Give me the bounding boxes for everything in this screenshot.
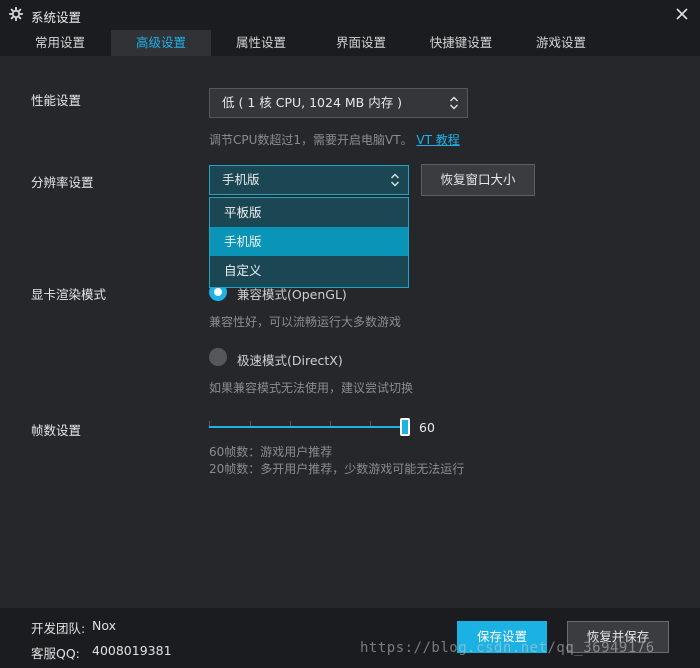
render-directx-label: 极速模式(DirectX) [237,353,343,368]
resolution-option-phone[interactable]: 手机版 [210,227,408,256]
fps-slider-tick [330,421,331,426]
fps-hint-20: 20帧数：多开用户推荐，少数游戏可能无法运行 [209,462,465,476]
performance-select[interactable]: 低 ( 1 核 CPU, 1024 MB 内存 ) [209,88,468,118]
support-qq-label: 客服QQ: [31,646,80,661]
fps-value: 60 [419,420,435,435]
resolution-option-custom[interactable]: 自定义 [210,256,408,285]
tab-game-settings[interactable]: 游戏设置 [511,30,611,56]
support-qq-value: 4008019381 [92,643,172,658]
tab-common-settings[interactable]: 常用设置 [10,30,110,56]
fps-hint-60: 60帧数：游戏用户推荐 [209,445,333,459]
render-directx-hint: 如果兼容模式无法使用，建议尝试切换 [209,381,414,395]
fps-slider-handle[interactable] [400,418,410,436]
performance-hint-text: 调节CPU数超过1，需要开启电脑VT。 [209,133,413,147]
fps-slider-tick [290,421,291,426]
dev-team-label: 开发团队: [31,621,86,636]
updown-chevron-icon [391,173,399,187]
performance-selected-value: 低 ( 1 核 CPU, 1024 MB 内存 ) [222,95,403,110]
window-title: 系统设置 [31,10,82,25]
performance-label: 性能设置 [31,93,82,108]
fps-slider-track[interactable] [209,426,405,428]
fps-slider-tick [209,421,210,426]
fps-slider-tick [250,421,251,426]
tab-advanced-settings[interactable]: 高级设置 [111,30,211,56]
render-mode-label: 显卡渲染模式 [31,287,107,302]
tab-interface-settings[interactable]: 界面设置 [311,30,411,56]
title-bar: 系统设置 [0,0,700,30]
render-directx-radio[interactable] [209,348,227,366]
tab-bar: 常用设置 高级设置 属性设置 界面设置 快捷键设置 游戏设置 [0,30,700,56]
resolution-option-tablet[interactable]: 平板版 [210,198,408,227]
fps-label: 帧数设置 [31,423,82,438]
render-opengl-hint: 兼容性好，可以流畅运行大多数游戏 [209,315,402,329]
resolution-label: 分辨率设置 [31,175,94,190]
resolution-selected-value: 手机版 [222,172,260,187]
vt-tutorial-link[interactable]: VT 教程 [416,133,459,147]
tab-shortcut-settings[interactable]: 快捷键设置 [411,30,511,56]
resolution-dropdown: 平板版 手机版 自定义 [209,197,409,288]
performance-hint: 调节CPU数超过1，需要开启电脑VT。 VT 教程 [209,131,460,148]
dev-team-value: Nox [92,618,117,633]
watermark-text: https://blog.csdn.net/qq_36949176 [360,640,655,656]
close-icon[interactable] [674,6,690,22]
updown-chevron-icon [450,96,458,110]
fps-slider-tick [370,421,371,426]
gear-icon [9,7,23,21]
restore-window-size-button[interactable]: 恢复窗口大小 [421,164,535,196]
tab-property-settings[interactable]: 属性设置 [211,30,311,56]
resolution-select[interactable]: 手机版 [209,165,409,195]
